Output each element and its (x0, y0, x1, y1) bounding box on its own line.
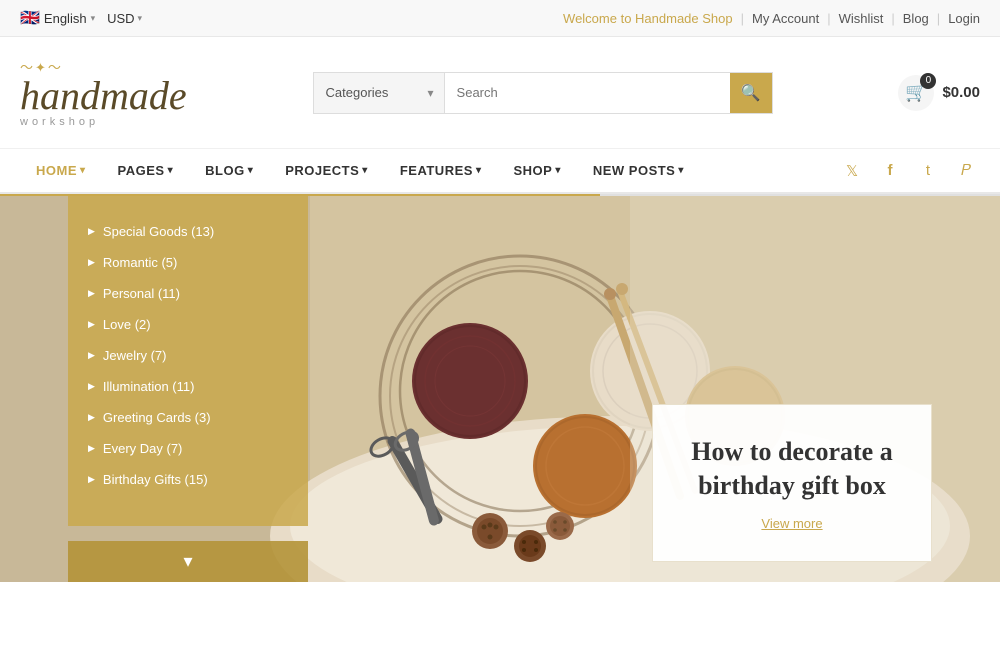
nav-item-home[interactable]: HOME ▾ (20, 149, 102, 192)
facebook-icon[interactable]: f (876, 157, 904, 185)
nav-bar: HOME ▾ PAGES ▾ BLOG ▾ PROJECTS ▾ FEATURE… (0, 149, 1000, 194)
separator-3: | (891, 11, 894, 26)
categories-more-button[interactable]: ▾ (68, 541, 308, 582)
welcome-text: Welcome to Handmade Shop (563, 11, 733, 26)
nav-social: 𝕏 f t 𝑃 (838, 157, 980, 185)
nav-label-shop: SHOP (513, 163, 552, 178)
logo-name: handmade (20, 76, 187, 116)
header: 〜✦〜 handmade workshop Categories 🔍 🛒 0 $… (0, 37, 1000, 149)
cat-label-birthday: Birthday Gifts (15) (103, 472, 208, 487)
cat-label-special: Special Goods (13) (103, 224, 214, 239)
categories-select[interactable]: Categories (314, 73, 444, 113)
hero-section: ▶ Special Goods (13) ▶ Romantic (5) ▶ Pe… (0, 196, 1000, 582)
nav-chevron-shop: ▾ (555, 165, 561, 176)
wishlist-link[interactable]: Wishlist (839, 11, 884, 26)
category-romantic[interactable]: ▶ Romantic (5) (68, 247, 308, 278)
nav-item-new-posts[interactable]: NEW POSTS ▾ (577, 149, 700, 192)
currency-selector[interactable]: USD ▾ (107, 11, 142, 26)
nav-chevron-blog: ▾ (248, 165, 254, 176)
nav-item-features[interactable]: FEATURES ▾ (384, 149, 498, 192)
lang-chevron-icon: ▾ (91, 13, 96, 24)
nav-chevron-pages: ▾ (168, 165, 174, 176)
separator-4: | (937, 11, 940, 26)
category-special-goods[interactable]: ▶ Special Goods (13) (68, 216, 308, 247)
more-arrow-icon: ▾ (183, 551, 192, 572)
blog-link[interactable]: Blog (903, 11, 929, 26)
nav-label-features: FEATURES (400, 163, 473, 178)
search-input[interactable] (445, 73, 730, 113)
cat-arrow-everyday: ▶ (88, 443, 95, 454)
top-bar-right: Welcome to Handmade Shop | My Account | … (563, 11, 980, 26)
currency-chevron-icon: ▾ (138, 13, 143, 24)
twitter-icon[interactable]: 𝕏 (838, 157, 866, 185)
tumblr-icon[interactable]: t (914, 157, 942, 185)
pinterest-icon[interactable]: 𝑃 (952, 157, 980, 185)
nav-item-pages[interactable]: PAGES ▾ (102, 149, 190, 192)
category-jewelry[interactable]: ▶ Jewelry (7) (68, 340, 308, 371)
cat-label-illumination: Illumination (11) (103, 379, 195, 394)
nav-label-home: HOME (36, 163, 77, 178)
language-selector[interactable]: 🇬🇧 English ▾ (20, 8, 95, 28)
hero-title: How to decorate a birthday gift box (681, 435, 903, 503)
cat-label-love: Love (2) (103, 317, 151, 332)
category-birthday-gifts[interactable]: ▶ Birthday Gifts (15) (68, 464, 308, 495)
hero-background: ▶ Special Goods (13) ▶ Romantic (5) ▶ Pe… (0, 196, 1000, 582)
my-account-link[interactable]: My Account (752, 11, 819, 26)
search-bar: Categories 🔍 (313, 72, 773, 114)
separator-1: | (741, 11, 744, 26)
cat-label-jewelry: Jewelry (7) (103, 348, 167, 363)
logo[interactable]: 〜✦〜 handmade workshop (20, 57, 187, 128)
cat-arrow-birthday: ▶ (88, 474, 95, 485)
cat-arrow-love: ▶ (88, 319, 95, 330)
cat-arrow-special: ▶ (88, 226, 95, 237)
hero-text-box: How to decorate a birthday gift box View… (652, 404, 932, 562)
cat-label-greeting: Greeting Cards (3) (103, 410, 211, 425)
nav-chevron-home: ▾ (80, 165, 86, 176)
cat-arrow-romantic: ▶ (88, 257, 95, 268)
nav-chevron-projects: ▾ (362, 165, 368, 176)
category-illumination[interactable]: ▶ Illumination (11) (68, 371, 308, 402)
cat-arrow-personal: ▶ (88, 288, 95, 299)
currency-label: USD (107, 11, 134, 26)
cat-arrow-jewelry: ▶ (88, 350, 95, 361)
category-greeting-cards[interactable]: ▶ Greeting Cards (3) (68, 402, 308, 433)
top-bar-left: 🇬🇧 English ▾ USD ▾ (20, 8, 142, 28)
search-icon: 🔍 (741, 83, 761, 103)
cart-icon-wrapper: 🛒 0 (898, 75, 934, 111)
cat-label-romantic: Romantic (5) (103, 255, 177, 270)
cat-label-everyday: Every Day (7) (103, 441, 182, 456)
separator-2: | (827, 11, 830, 26)
login-link[interactable]: Login (948, 11, 980, 26)
cat-arrow-greeting: ▶ (88, 412, 95, 423)
nav-label-new-posts: NEW POSTS (593, 163, 676, 178)
cat-label-personal: Personal (11) (103, 286, 180, 301)
cart-amount: $0.00 (942, 84, 980, 101)
category-personal[interactable]: ▶ Personal (11) (68, 278, 308, 309)
hero-view-more-link[interactable]: View more (761, 516, 822, 531)
categories-dropdown-wrapper[interactable]: Categories (314, 73, 445, 113)
top-bar: 🇬🇧 English ▾ USD ▾ Welcome to Handmade S… (0, 0, 1000, 37)
nav-label-blog: BLOG (205, 163, 245, 178)
search-button[interactable]: 🔍 (730, 73, 772, 113)
categories-panel: ▶ Special Goods (13) ▶ Romantic (5) ▶ Pe… (68, 196, 308, 526)
nav-label-projects: PROJECTS (285, 163, 359, 178)
category-love[interactable]: ▶ Love (2) (68, 309, 308, 340)
language-label: English (44, 11, 87, 26)
nav-item-shop[interactable]: SHOP ▾ (497, 149, 576, 192)
nav-chevron-features: ▾ (476, 165, 482, 176)
category-every-day[interactable]: ▶ Every Day (7) (68, 433, 308, 464)
nav-chevron-new-posts: ▾ (678, 165, 684, 176)
nav-links: HOME ▾ PAGES ▾ BLOG ▾ PROJECTS ▾ FEATURE… (20, 149, 700, 192)
cart-count: 0 (920, 73, 936, 89)
nav-item-projects[interactable]: PROJECTS ▾ (269, 149, 384, 192)
cart[interactable]: 🛒 0 $0.00 (898, 75, 980, 111)
cat-arrow-illumination: ▶ (88, 381, 95, 392)
logo-subtitle: workshop (20, 116, 99, 128)
nav-item-blog[interactable]: BLOG ▾ (189, 149, 269, 192)
nav-label-pages: PAGES (118, 163, 165, 178)
